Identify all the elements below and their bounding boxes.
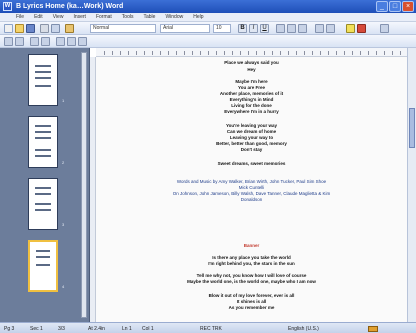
status-page-of: 3/3	[58, 326, 65, 332]
lyric-line: Maybe I'm here	[235, 79, 268, 84]
standard-toolbar: Normal Arial 10 B I U	[0, 22, 416, 35]
maximize-button[interactable]: □	[389, 1, 401, 12]
thumbnail-scrollbar[interactable]	[81, 52, 87, 318]
page-thumbnail-2[interactable]	[28, 116, 58, 168]
credits-line: On Johnson, John Jameson, Billy Walsh, D…	[172, 191, 331, 196]
align-right-icon[interactable]	[298, 24, 307, 33]
align-center-icon[interactable]	[287, 24, 296, 33]
credits-line: Words and Music by Amy Walker, Brian Wir…	[176, 179, 327, 184]
lyric-line: Everything's in Mind	[229, 97, 274, 102]
menu-window[interactable]: Window	[165, 14, 183, 20]
align-left-icon[interactable]	[276, 24, 285, 33]
thumbnail-number: 2	[62, 160, 65, 165]
style-select[interactable]: Normal	[90, 24, 156, 33]
open-folder-icon[interactable]	[15, 24, 24, 33]
menu-bar: File Edit View Insert Format Tools Table…	[0, 13, 416, 22]
lyric-line: It shines is all	[236, 299, 267, 304]
menu-view[interactable]: View	[53, 14, 64, 20]
bullets-icon[interactable]	[315, 24, 324, 33]
print-icon[interactable]	[40, 24, 49, 33]
document-scrollbar[interactable]	[407, 48, 416, 322]
lyric-line: Is there any place you take the world	[212, 255, 291, 260]
status-column: Col 1	[142, 326, 154, 332]
lyric-line: Everywhere I'm in a hurry	[224, 109, 279, 114]
spelling-icon[interactable]	[65, 24, 74, 33]
lyric-line: You are Free	[238, 85, 265, 90]
underline-icon[interactable]: U	[260, 24, 269, 33]
toolbar-options-icon[interactable]	[380, 24, 389, 33]
lyric-line: Better, better than good, memory	[216, 141, 287, 146]
thumbnail-number: 1	[62, 98, 65, 103]
drawing-toolbar	[0, 35, 416, 48]
lyric-line: Tell me why not, you know how I will lov…	[196, 273, 307, 278]
thumbnail-number: 4	[62, 284, 65, 289]
print-preview-icon[interactable]	[51, 24, 60, 33]
thumbnails-view-icon[interactable]	[15, 37, 24, 46]
lyric-line: Hey	[247, 67, 256, 72]
numbering-icon[interactable]	[326, 24, 335, 33]
highlight-icon[interactable]	[346, 24, 355, 33]
menu-tools[interactable]: Tools	[122, 14, 134, 20]
page-thumbnail-4[interactable]	[28, 240, 58, 292]
table-icon[interactable]	[56, 37, 65, 46]
menu-edit[interactable]: Edit	[34, 14, 43, 20]
paragraph-mark-icon[interactable]	[41, 37, 50, 46]
credits-line: Donaldson	[240, 197, 263, 202]
lyric-line: Maybe the world one, is the world one, m…	[187, 279, 316, 284]
thumbnail-pane: 1 2 3 4	[0, 48, 90, 322]
outline-view-icon[interactable]	[4, 37, 13, 46]
save-icon[interactable]	[26, 24, 35, 33]
menu-format[interactable]: Format	[96, 14, 112, 20]
menu-insert[interactable]: Insert	[73, 14, 86, 20]
menu-table[interactable]: Table	[143, 14, 155, 20]
spelling-status-icon[interactable]	[368, 326, 378, 332]
columns-icon[interactable]	[67, 37, 76, 46]
status-line: Ln 1	[122, 326, 132, 332]
lyric-line: You're leaving your way	[225, 123, 277, 128]
status-at: At 2.4in	[88, 326, 105, 332]
minimize-button[interactable]: _	[376, 1, 388, 12]
song-title: Banner	[243, 243, 260, 248]
zoom-icon[interactable]	[30, 37, 39, 46]
italic-icon[interactable]: I	[249, 24, 258, 33]
lyric-line: Blow it out of my love forever, ever is …	[208, 293, 295, 298]
close-button[interactable]: ×	[402, 1, 414, 12]
menu-file[interactable]: File	[16, 14, 24, 20]
lyric-line: Living for the done	[231, 103, 272, 108]
lyric-line: Can we dream of home	[226, 129, 277, 134]
font-select[interactable]: Arial	[160, 24, 210, 33]
status-bar: Pg 3 Sec 1 3/3 At 2.4in Ln 1 Col 1 REC T…	[0, 322, 416, 333]
window-title: B Lyrics Home (ka…Work) Word	[16, 3, 124, 10]
bold-icon[interactable]: B	[238, 24, 247, 33]
status-rec: REC TRK	[200, 326, 222, 332]
lyric-line: Another place, memories of it	[219, 91, 284, 96]
word-app-icon[interactable]: W	[3, 2, 12, 11]
drawing-icon[interactable]	[78, 37, 87, 46]
status-section: Sec 1	[30, 326, 43, 332]
lyric-line: Sweet dreams, sweet memories	[217, 161, 286, 166]
lyric-line: Don't stay	[240, 147, 263, 152]
status-page: Pg 3	[4, 326, 15, 332]
window-controls: _ □ ×	[376, 1, 414, 12]
thumbnail-number: 3	[62, 222, 65, 227]
font-size-select[interactable]: 10	[213, 24, 231, 33]
lyric-line: As you remember me	[228, 305, 275, 310]
title-bar: W B Lyrics Home (ka…Work) Word _ □ ×	[0, 0, 416, 13]
new-document-icon[interactable]	[4, 24, 13, 33]
document-page[interactable]: Place we always said you Hey Maybe I'm h…	[96, 57, 407, 322]
page-thumbnail-3[interactable]	[28, 178, 58, 230]
menu-help[interactable]: Help	[193, 14, 203, 20]
lyric-line: I'm right behind you, the stars in the s…	[208, 261, 295, 266]
lyric-line: Leaving your way to	[229, 135, 274, 140]
credits-line: Mick Cuntelli	[238, 185, 265, 190]
status-language: English (U.S.)	[288, 326, 319, 332]
font-color-icon[interactable]	[357, 24, 366, 33]
scrollbar-thumb[interactable]	[409, 108, 415, 148]
page-thumbnail-1[interactable]	[28, 54, 58, 106]
horizontal-ruler[interactable]	[96, 48, 416, 57]
lyric-line: Place we always said you	[224, 60, 279, 65]
